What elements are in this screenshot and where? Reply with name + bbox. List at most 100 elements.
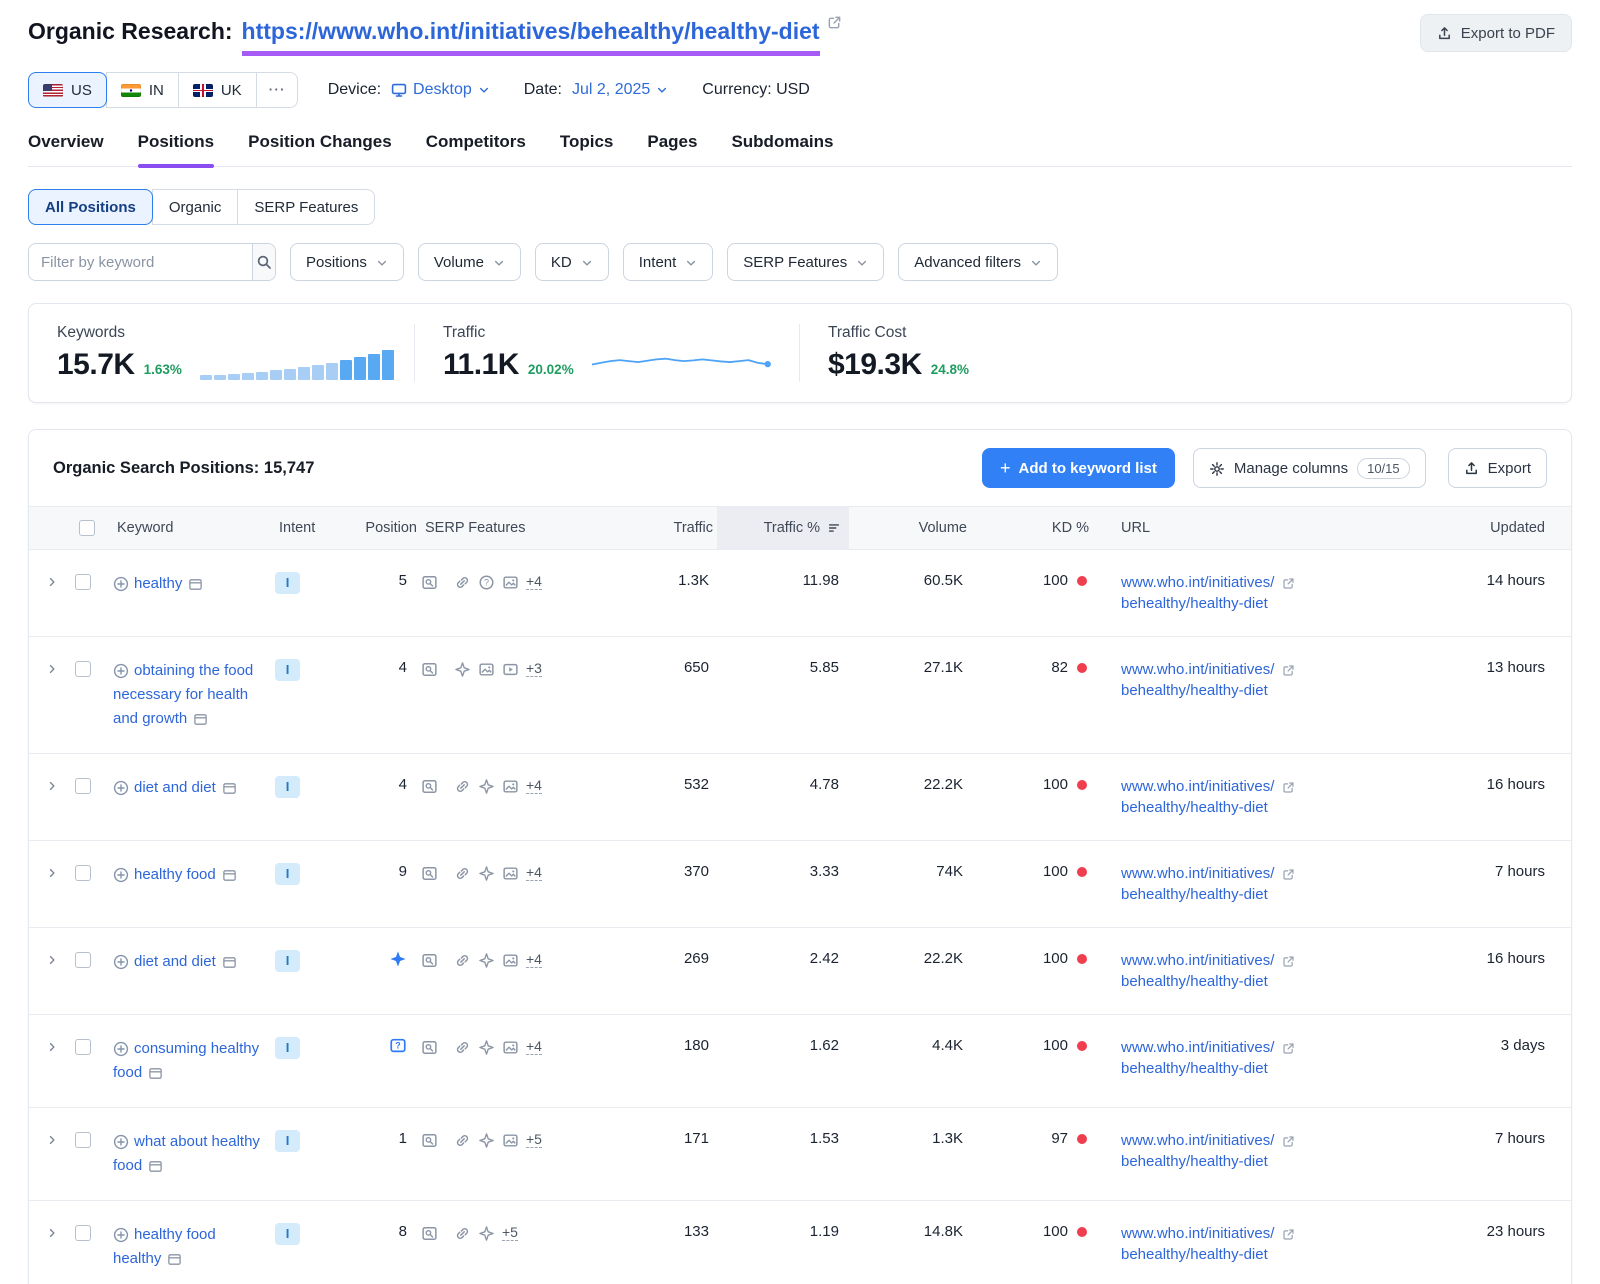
- col-traffic-pct[interactable]: Traffic %: [717, 507, 849, 549]
- tab-positions[interactable]: Positions: [138, 132, 215, 166]
- positions-filter-dropdown[interactable]: Positions: [290, 243, 404, 281]
- export-button[interactable]: Export: [1448, 448, 1547, 488]
- result-url-link[interactable]: www.who.int/initiatives/: [1121, 865, 1274, 882]
- tab-topics[interactable]: Topics: [560, 132, 614, 166]
- analyzed-url-link[interactable]: https://www.who.int/initiatives/behealth…: [242, 14, 820, 56]
- row-checkbox[interactable]: [75, 574, 91, 590]
- result-url-link[interactable]: behealthy/healthy-diet: [1121, 595, 1268, 612]
- result-url-link[interactable]: behealthy/healthy-diet: [1121, 799, 1268, 816]
- tab-overview[interactable]: Overview: [28, 132, 104, 166]
- expand-row-chevron-icon[interactable]: [29, 1108, 75, 1168]
- more-serp-features-link[interactable]: +5: [526, 1132, 542, 1148]
- result-url-link[interactable]: www.who.int/initiatives/: [1121, 952, 1274, 969]
- row-checkbox[interactable]: [75, 1132, 91, 1148]
- add-keyword-icon[interactable]: [113, 575, 129, 592]
- add-to-keyword-list-button[interactable]: + Add to keyword list: [982, 448, 1175, 488]
- serp-snapshot-icon[interactable]: [148, 1157, 163, 1174]
- keyword-link[interactable]: diet and diet: [134, 779, 216, 796]
- tab-pages[interactable]: Pages: [647, 132, 697, 166]
- col-traffic[interactable]: Traffic: [619, 507, 717, 549]
- more-serp-features-link[interactable]: +4: [526, 574, 542, 590]
- result-url-link[interactable]: behealthy/healthy-diet: [1121, 1246, 1268, 1263]
- external-link-icon[interactable]: [1282, 574, 1295, 591]
- expand-row-chevron-icon[interactable]: [29, 1201, 75, 1261]
- row-checkbox[interactable]: [75, 778, 91, 794]
- more-serp-features-link[interactable]: +4: [526, 865, 542, 881]
- expand-row-chevron-icon[interactable]: [29, 754, 75, 814]
- keyword-link[interactable]: consuming healthy food: [113, 1040, 259, 1081]
- export-to-pdf-button[interactable]: Export to PDF: [1420, 14, 1572, 52]
- add-keyword-icon[interactable]: [113, 662, 129, 679]
- serp-snapshot-icon[interactable]: [222, 866, 237, 883]
- col-volume[interactable]: Volume: [849, 507, 971, 549]
- external-link-icon[interactable]: [827, 14, 842, 32]
- external-link-icon[interactable]: [1282, 952, 1295, 969]
- expand-row-chevron-icon[interactable]: [29, 550, 75, 610]
- tab-competitors[interactable]: Competitors: [426, 132, 526, 166]
- col-position[interactable]: Position: [343, 507, 421, 549]
- search-button[interactable]: [252, 244, 275, 280]
- expand-row-chevron-icon[interactable]: [29, 928, 75, 988]
- col-kd[interactable]: KD %: [971, 507, 1093, 549]
- date-selector[interactable]: Jul 2, 2025: [572, 81, 668, 99]
- device-selector[interactable]: Desktop: [391, 81, 490, 99]
- more-serp-features-link[interactable]: +5: [502, 1225, 518, 1241]
- serp-snapshot-icon[interactable]: [222, 779, 237, 796]
- serp-snapshot-icon[interactable]: [188, 575, 203, 592]
- result-url-link[interactable]: www.who.int/initiatives/: [1121, 778, 1274, 795]
- result-url-link[interactable]: www.who.int/initiatives/: [1121, 574, 1274, 591]
- keyword-link[interactable]: obtaining the food necessary for health …: [113, 662, 253, 727]
- result-url-link[interactable]: behealthy/healthy-diet: [1121, 682, 1268, 699]
- serp-snapshot-icon[interactable]: [167, 1250, 182, 1267]
- row-checkbox[interactable]: [75, 952, 91, 968]
- scope-all-positions[interactable]: All Positions: [28, 189, 153, 225]
- scope-serp-features[interactable]: SERP Features: [237, 189, 375, 225]
- expand-row-chevron-icon[interactable]: [29, 1015, 75, 1075]
- row-checkbox[interactable]: [75, 661, 91, 677]
- intent-filter-dropdown[interactable]: Intent: [623, 243, 714, 281]
- serp-features-filter-dropdown[interactable]: SERP Features: [727, 243, 884, 281]
- add-keyword-icon[interactable]: [113, 1133, 129, 1150]
- external-link-icon[interactable]: [1282, 865, 1295, 882]
- serp-snapshot-icon[interactable]: [222, 953, 237, 970]
- row-checkbox[interactable]: [75, 1225, 91, 1241]
- result-url-link[interactable]: behealthy/healthy-diet: [1121, 1060, 1268, 1077]
- external-link-icon[interactable]: [1282, 1225, 1295, 1242]
- external-link-icon[interactable]: [1282, 778, 1295, 795]
- kd-filter-dropdown[interactable]: KD: [535, 243, 609, 281]
- more-countries-button[interactable]: ⋯: [256, 72, 298, 108]
- expand-row-chevron-icon[interactable]: [29, 841, 75, 901]
- more-serp-features-link[interactable]: +3: [526, 661, 542, 677]
- row-checkbox[interactable]: [75, 865, 91, 881]
- external-link-icon[interactable]: [1282, 1132, 1295, 1149]
- result-url-link[interactable]: www.who.int/initiatives/: [1121, 1132, 1274, 1149]
- more-serp-features-link[interactable]: +4: [526, 952, 542, 968]
- country-tab-uk[interactable]: UK: [178, 72, 257, 108]
- keyword-link[interactable]: diet and diet: [134, 953, 216, 970]
- keyword-link[interactable]: healthy: [134, 575, 182, 592]
- result-url-link[interactable]: www.who.int/initiatives/: [1121, 1225, 1274, 1242]
- result-url-link[interactable]: behealthy/healthy-diet: [1121, 1153, 1268, 1170]
- more-serp-features-link[interactable]: +4: [526, 778, 542, 794]
- add-keyword-icon[interactable]: [113, 953, 129, 970]
- select-all-checkbox[interactable]: [79, 520, 95, 536]
- add-keyword-icon[interactable]: [113, 866, 129, 883]
- add-keyword-icon[interactable]: [113, 1226, 129, 1243]
- serp-snapshot-icon[interactable]: [148, 1064, 163, 1081]
- tab-position-changes[interactable]: Position Changes: [248, 132, 392, 166]
- keyword-link[interactable]: what about healthy food: [113, 1133, 260, 1174]
- external-link-icon[interactable]: [1282, 661, 1295, 678]
- external-link-icon[interactable]: [1282, 1039, 1295, 1056]
- volume-filter-dropdown[interactable]: Volume: [418, 243, 521, 281]
- col-updated[interactable]: Updated: [1355, 507, 1571, 549]
- result-url-link[interactable]: behealthy/healthy-diet: [1121, 886, 1268, 903]
- manage-columns-button[interactable]: Manage columns 10/15: [1193, 448, 1426, 488]
- more-serp-features-link[interactable]: +4: [526, 1039, 542, 1055]
- serp-snapshot-icon[interactable]: [193, 710, 208, 727]
- advanced-filters-dropdown[interactable]: Advanced filters: [898, 243, 1058, 281]
- add-keyword-icon[interactable]: [113, 779, 129, 796]
- add-keyword-icon[interactable]: [113, 1040, 129, 1057]
- keyword-filter-input[interactable]: [29, 244, 252, 280]
- result-url-link[interactable]: behealthy/healthy-diet: [1121, 973, 1268, 990]
- scope-organic[interactable]: Organic: [152, 189, 239, 225]
